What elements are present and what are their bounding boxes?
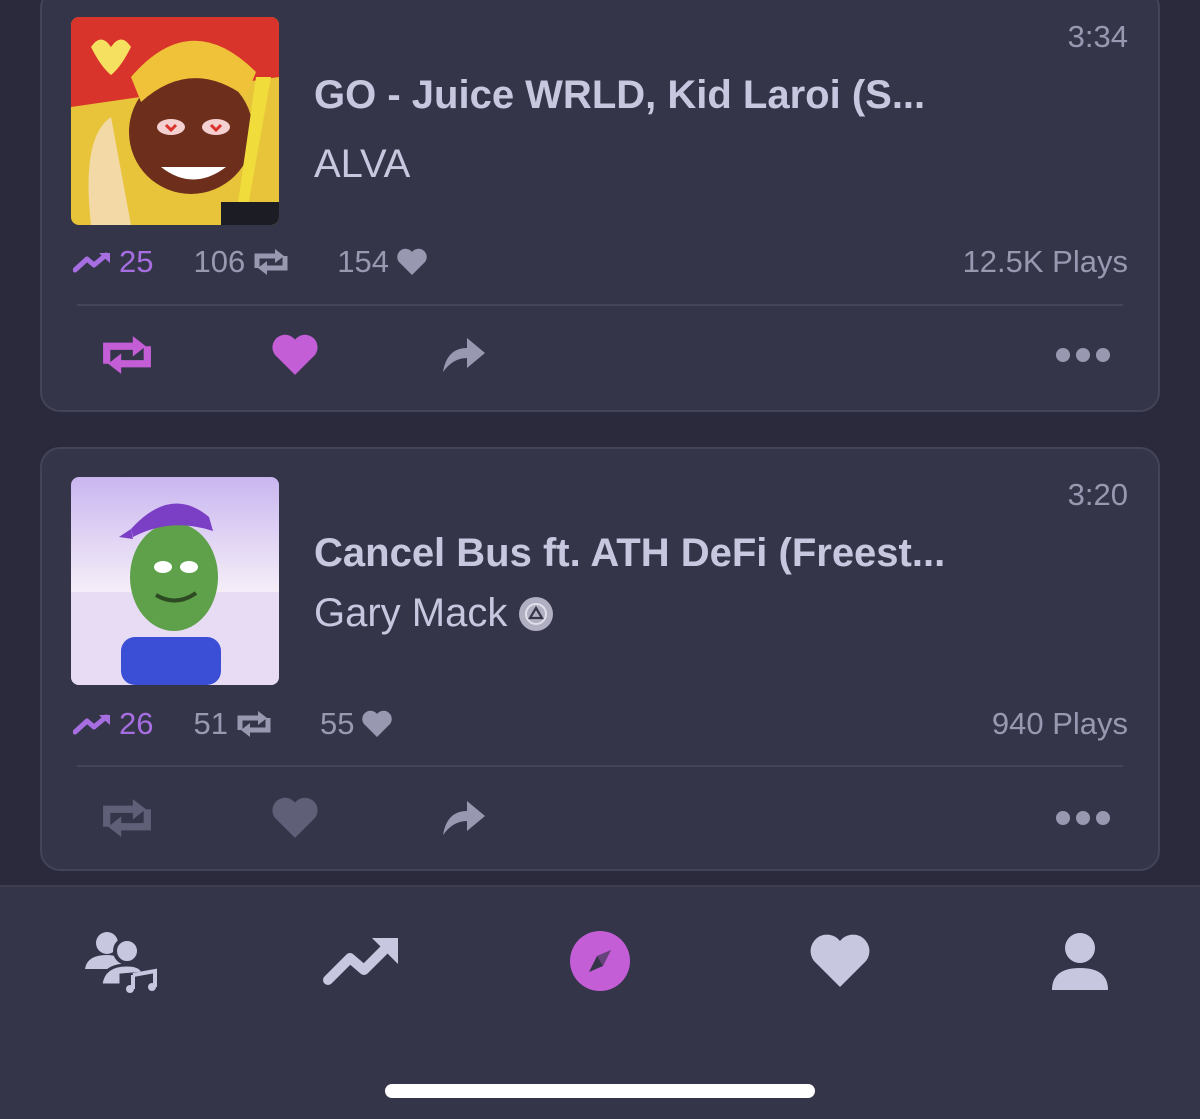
track-artwork[interactable] bbox=[71, 477, 279, 685]
play-count: 940 Plays bbox=[991, 706, 1128, 741]
track-actions bbox=[92, 330, 1118, 380]
track-stats: 26 51 55 940 Plays bbox=[67, 704, 1128, 744]
trending-rank: 26 bbox=[67, 706, 153, 742]
repost-count[interactable]: 106 bbox=[193, 244, 297, 280]
track-artist[interactable]: Gary Mack bbox=[314, 591, 554, 636]
tab-feed[interactable] bbox=[76, 921, 166, 1001]
repost-button[interactable] bbox=[92, 330, 162, 380]
repost-icon bbox=[254, 249, 288, 275]
explore-compass-icon bbox=[570, 931, 630, 991]
repost-count-value: 106 bbox=[193, 244, 246, 279]
trending-icon bbox=[73, 252, 110, 273]
card-divider bbox=[77, 765, 1123, 767]
track-duration: 3:20 bbox=[1067, 477, 1128, 512]
like-button[interactable] bbox=[260, 793, 330, 843]
like-count[interactable]: 55 bbox=[320, 706, 400, 742]
trending-rank: 25 bbox=[67, 244, 153, 280]
heart-icon bbox=[362, 710, 393, 737]
track-feed[interactable]: 3:34 GO - Juice WRLD, Kid Laroi (S... AL… bbox=[0, 0, 1200, 885]
share-button[interactable] bbox=[428, 330, 498, 380]
repost-icon bbox=[103, 336, 151, 374]
more-options-button[interactable] bbox=[1048, 793, 1118, 843]
feed-users-music-icon bbox=[85, 932, 157, 993]
track-card[interactable]: 3:34 GO - Juice WRLD, Kid Laroi (S... AL… bbox=[40, 0, 1160, 412]
track-duration: 3:34 bbox=[1067, 19, 1128, 54]
track-actions bbox=[92, 793, 1118, 843]
tab-profile[interactable] bbox=[1035, 921, 1125, 1001]
share-icon bbox=[443, 801, 485, 835]
track-artist[interactable]: ALVA bbox=[314, 142, 410, 187]
track-title[interactable]: GO - Juice WRLD, Kid Laroi (S... bbox=[314, 73, 1034, 118]
like-count-value: 55 bbox=[319, 706, 355, 741]
share-icon bbox=[443, 338, 485, 372]
like-count-value: 154 bbox=[337, 244, 389, 279]
heart-icon bbox=[397, 248, 427, 275]
trending-icon bbox=[323, 938, 398, 985]
repost-button[interactable] bbox=[92, 793, 162, 843]
more-icon bbox=[1056, 348, 1110, 362]
tab-explore[interactable] bbox=[555, 921, 645, 1001]
like-count[interactable]: 154 bbox=[337, 244, 435, 280]
track-title[interactable]: Cancel Bus ft. ATH DeFi (Freest... bbox=[314, 531, 1034, 576]
more-options-button[interactable] bbox=[1048, 330, 1118, 380]
repost-icon bbox=[237, 711, 271, 737]
repost-count[interactable]: 51 bbox=[193, 706, 279, 742]
like-button[interactable] bbox=[260, 330, 330, 380]
artist-name[interactable]: ALVA bbox=[314, 142, 410, 187]
favorites-heart-icon bbox=[810, 934, 870, 987]
tab-favorites[interactable] bbox=[795, 921, 885, 1001]
card-divider bbox=[77, 304, 1123, 306]
profile-user-icon bbox=[1052, 933, 1108, 990]
play-count: 12.5K Plays bbox=[962, 244, 1128, 279]
home-indicator[interactable] bbox=[385, 1084, 815, 1098]
heart-icon bbox=[272, 797, 318, 838]
track-stats: 25 106 154 12.5K Plays bbox=[67, 242, 1128, 282]
share-button[interactable] bbox=[428, 793, 498, 843]
trending-icon bbox=[73, 714, 110, 735]
tab-trending[interactable] bbox=[316, 921, 406, 1001]
repost-icon bbox=[103, 799, 151, 837]
more-icon bbox=[1056, 811, 1110, 825]
track-artwork[interactable] bbox=[71, 17, 279, 225]
bottom-tab-bar bbox=[0, 885, 1200, 1119]
trending-rank-value: 26 bbox=[119, 706, 154, 741]
verified-badge-icon bbox=[519, 596, 554, 631]
trending-rank-value: 25 bbox=[119, 244, 154, 279]
artist-name[interactable]: Gary Mack bbox=[314, 591, 507, 636]
track-card[interactable]: 3:20 Cancel Bus ft. ATH DeFi (Freest... … bbox=[40, 447, 1160, 871]
heart-icon bbox=[272, 334, 318, 375]
repost-count-value: 51 bbox=[193, 706, 228, 741]
